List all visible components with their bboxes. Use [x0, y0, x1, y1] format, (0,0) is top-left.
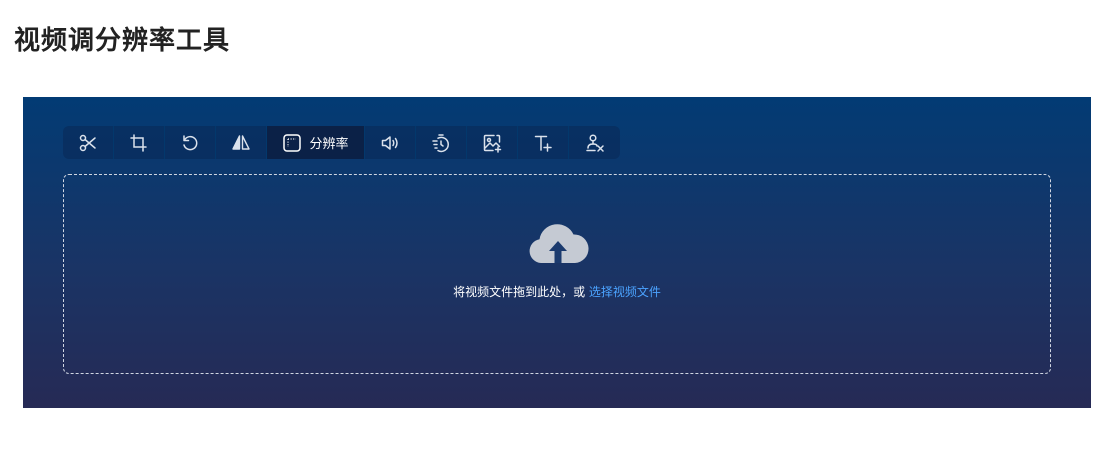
text-add-tool-button[interactable] — [518, 126, 569, 159]
resolution-icon — [282, 133, 302, 153]
crop-icon — [129, 133, 149, 153]
speed-tool-button[interactable] — [416, 126, 467, 159]
watermark-remove-tool-button[interactable] — [569, 126, 620, 159]
rotate-tool-button[interactable] — [165, 126, 216, 159]
rotate-icon — [180, 133, 200, 153]
dropzone-prompt: 将视频文件拖到此处，或 — [453, 285, 589, 299]
volume-icon — [380, 133, 400, 153]
watermark-remove-icon — [585, 133, 605, 153]
cloud-upload-icon — [527, 217, 589, 267]
image-add-icon — [482, 133, 502, 153]
image-add-tool-button[interactable] — [467, 126, 518, 159]
select-video-link[interactable]: 选择视频文件 — [589, 285, 661, 299]
scissors-icon — [78, 133, 98, 153]
text-add-icon — [533, 133, 553, 153]
upload-dropzone[interactable]: 将视频文件拖到此处，或 选择视频文件 — [63, 174, 1051, 374]
dropzone-text: 将视频文件拖到此处，或 选择视频文件 — [64, 284, 1050, 300]
flip-icon — [231, 133, 251, 153]
editor-panel: 分辨率 将视频文件拖到此处，或 选择视频文件 — [23, 97, 1091, 408]
resolution-tool-label: 分辨率 — [309, 137, 349, 152]
page-title: 视频调分辨率工具 — [14, 26, 231, 56]
tool-bar: 分辨率 — [63, 126, 620, 159]
resolution-tool-button[interactable]: 分辨率 — [267, 126, 365, 159]
volume-tool-button[interactable] — [365, 126, 416, 159]
crop-tool-button[interactable] — [114, 126, 165, 159]
cut-tool-button[interactable] — [63, 126, 114, 159]
speed-icon — [431, 133, 451, 153]
flip-tool-button[interactable] — [216, 126, 267, 159]
